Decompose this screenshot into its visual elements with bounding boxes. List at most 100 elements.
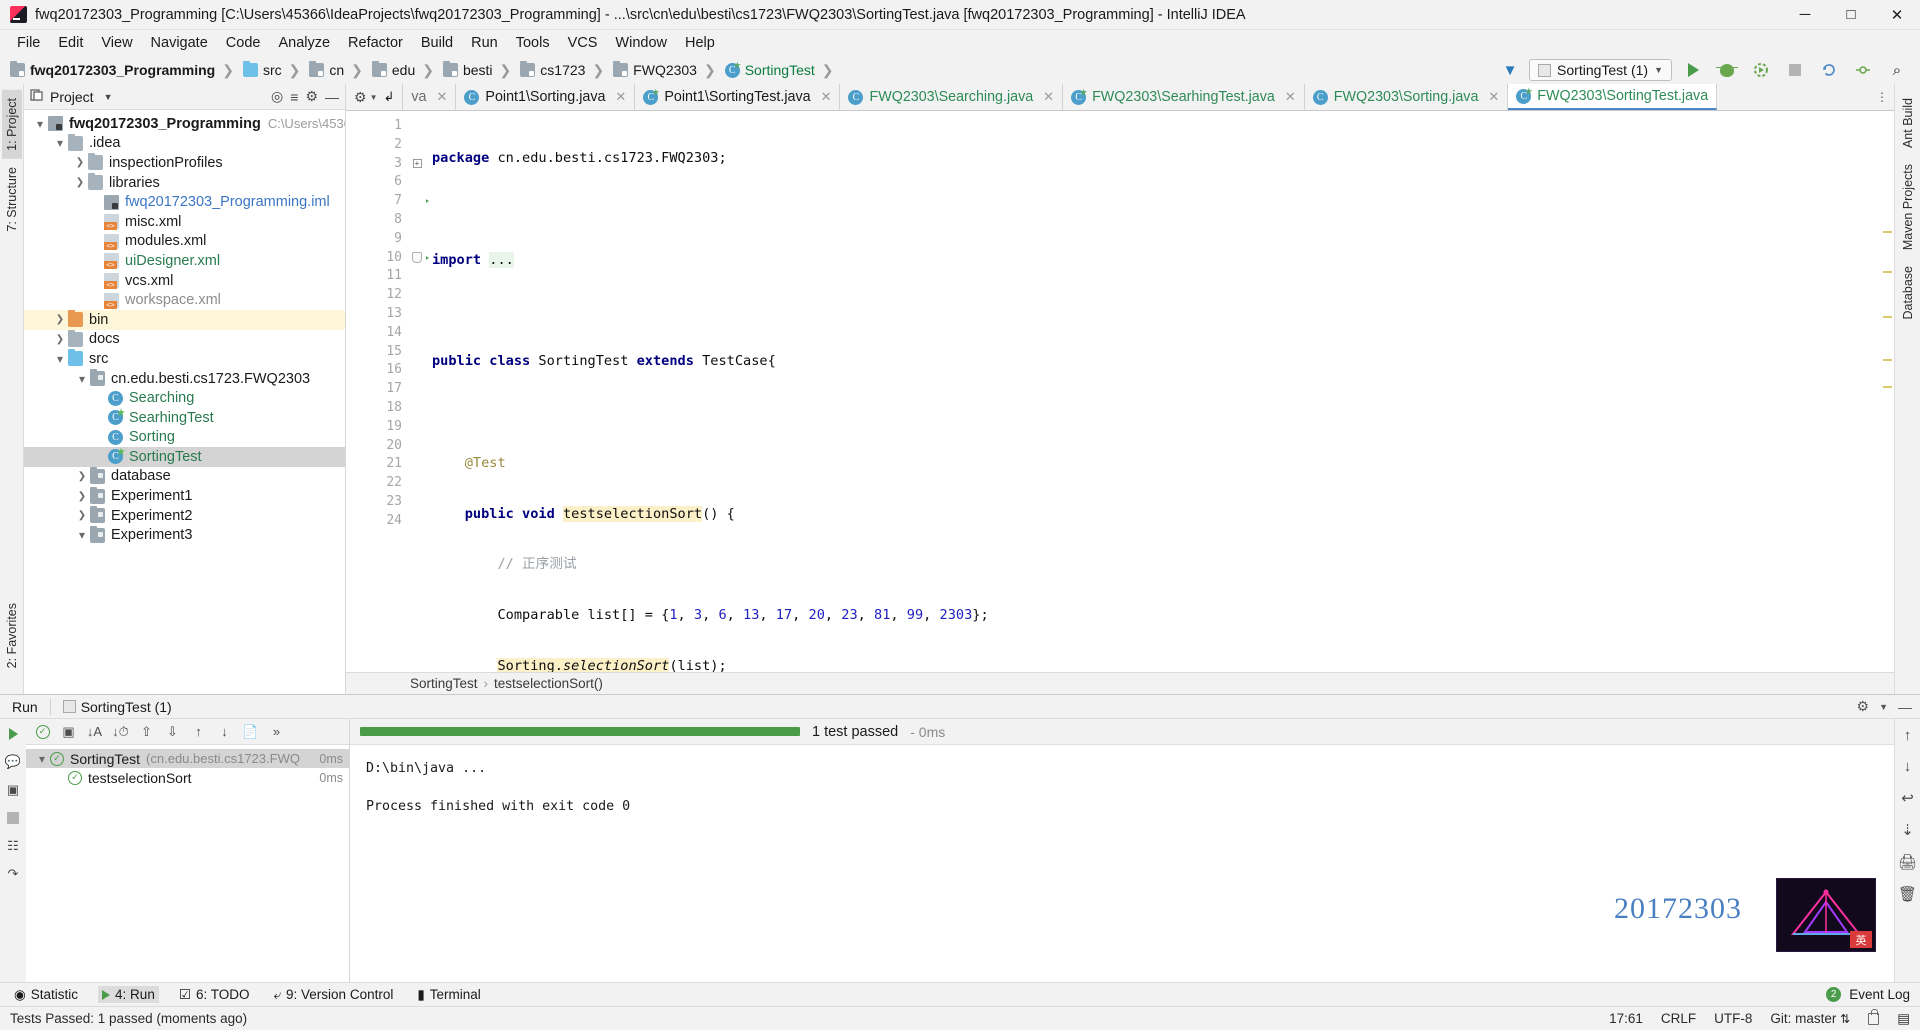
scroll-to-end-icon[interactable]: ⇣ [1901,821,1914,839]
close-button[interactable]: ✕ [1874,0,1920,30]
menu-analyze[interactable]: Analyze [269,33,339,53]
editor-tab-overflow[interactable]: ⋮ [1870,84,1894,110]
breadcrumb-cs1723[interactable]: cs1723 ❯ [518,61,611,79]
chevron-down-icon[interactable] [52,352,68,366]
prev-test-icon[interactable]: ↑ [190,723,207,740]
tree-item-sorting[interactable]: C Sorting [24,428,345,448]
editor-breadcrumb[interactable]: SortingTest › testselectionSort() [346,672,1894,694]
tree-item-bin[interactable]: bin [24,309,345,330]
chevron-right-icon[interactable] [74,510,90,521]
tree-item-experiment3[interactable]: Experiment3 [24,525,345,545]
breadcrumb-besti[interactable]: besti ❯ [441,61,518,79]
editor-tab-point1-sortingtest[interactable]: C Point1\SortingTest.java ✕ [635,84,841,110]
tree-item-inspectionprofiles[interactable]: inspectionProfiles [24,153,345,173]
chevron-down-icon[interactable] [32,117,48,131]
close-icon[interactable]: ✕ [437,89,448,105]
minimize-button[interactable]: ─ [1782,0,1828,30]
chevron-down-icon[interactable] [52,136,68,150]
run-button[interactable] [1680,58,1706,82]
export-results-icon[interactable]: 📄 [242,723,259,740]
tree-item-vcs-xml[interactable]: vcs.xml [24,271,345,291]
breadcrumb-cn[interactable]: cn ❯ [307,61,370,79]
maximize-button[interactable]: □ [1828,0,1874,30]
vcs-commit-icon[interactable] [1850,58,1876,82]
clear-all-icon[interactable]: 🗑 [1898,885,1917,903]
scroll-down-icon[interactable]: ↓ [1904,758,1912,775]
stop-button[interactable] [1782,58,1808,82]
dump-threads-icon[interactable]: ☷ [4,837,22,855]
breadcrumb-class[interactable]: SortingTest [410,676,478,691]
tree-item-workspace-xml[interactable]: workspace.xml [24,290,345,310]
sidebar-item-ant-build[interactable]: Ant Build [1898,90,1918,156]
updown-arrow-icon[interactable]: ▼ [1499,62,1521,79]
chevron-down-icon[interactable]: ⋮ [1876,90,1888,104]
test-tree-row-method[interactable]: ✓ testselectionSort 0ms [26,768,349,787]
scroll-up-icon[interactable]: ↑ [1904,727,1912,744]
hide-icon[interactable]: — [325,89,339,105]
close-icon[interactable]: ✕ [1043,89,1054,105]
sidebar-item-maven-projects[interactable]: Maven Projects [1898,156,1918,258]
chevron-right-icon[interactable] [52,314,68,325]
tool-window-version-control[interactable]: ⤶ 9: Version Control [269,986,397,1004]
next-test-icon[interactable]: ↓ [216,723,233,740]
editor-marker-strip[interactable] [1880,111,1894,672]
chevron-right-icon[interactable] [52,334,68,345]
chevron-down-icon[interactable]: ▼ [104,92,113,102]
project-tree[interactable]: fwq20172303_Programming C:\Users\45366\ … [24,110,345,694]
breadcrumb-method[interactable]: testselectionSort() [494,676,603,691]
test-tree-row-class[interactable]: ✓ SortingTest (cn.edu.besti.cs1723.FWQ 0… [26,749,349,768]
locate-icon[interactable]: ◎ [271,88,283,105]
tree-item-modules-xml[interactable]: modules.xml [24,232,345,252]
menu-window[interactable]: Window [606,33,676,53]
test-results-tree[interactable]: ✓ SortingTest (cn.edu.besti.cs1723.FWQ 0… [26,745,349,982]
menu-edit[interactable]: Edit [49,33,92,53]
close-icon[interactable]: ✕ [1488,89,1499,105]
run-configuration-selector[interactable]: SortingTest (1) ▼ [1529,59,1672,81]
menu-file[interactable]: File [8,33,49,53]
git-branch[interactable]: Git: master ⇅ [1770,1011,1850,1026]
breadcrumb-module[interactable]: fwq20172303_Programming ❯ [8,61,241,79]
sort-by-duration-icon[interactable]: ↓​⏱ [112,723,129,740]
tree-item-experiment1[interactable]: Experiment1 [24,486,345,506]
fold-collapse-icon[interactable] [412,252,422,264]
collapse-all-icon[interactable]: ⇩ [164,723,181,740]
show-passed-icon[interactable]: ▣ [60,723,77,740]
menu-vcs[interactable]: VCS [559,33,607,53]
settings-icon[interactable]: ⚙ [1857,698,1870,715]
chevron-right-icon[interactable] [74,491,90,502]
editor-viewport[interactable]: 1 2 3 6 7 8 9 10 11 12 13 14 15 16 17 18… [346,111,1894,672]
rerun-button[interactable] [4,725,22,743]
chevron-right-icon[interactable] [72,157,88,168]
event-log-group[interactable]: 2 Event Log [1826,987,1910,1002]
print-icon[interactable]: 🖨 [1898,853,1917,871]
tree-item-libraries[interactable]: libraries [24,173,345,193]
expand-all-icon[interactable]: ⇧ [138,723,155,740]
debug-button[interactable] [1714,58,1740,82]
chevron-right-icon[interactable] [72,177,88,188]
tree-item-project-root[interactable]: fwq20172303_Programming C:\Users\45366\ [24,114,345,134]
editor-tab-fwq2303-sorting[interactable]: C FWQ2303\Sorting.java ✕ [1305,84,1509,110]
tree-item-docs[interactable]: docs [24,329,345,350]
menu-view[interactable]: View [92,33,141,53]
tree-item-sortingtest[interactable]: C SortingTest [24,447,345,467]
menu-run[interactable]: Run [462,33,507,53]
hide-icon[interactable]: — [1898,699,1912,715]
line-separator[interactable]: CRLF [1661,1011,1696,1026]
sidebar-item-structure[interactable]: 7: Structure [2,159,22,240]
run-panel-config-tab[interactable]: SortingTest (1) [59,699,176,715]
tree-item-misc-xml[interactable]: misc.xml [24,212,345,232]
editor-tab-fwq2303-sortingtest[interactable]: C FWQ2303\SortingTest.java [1508,84,1718,110]
tree-item-package-fwq2303[interactable]: cn.edu.besti.cs1723.FWQ2303 [24,369,345,389]
chevron-down-icon[interactable]: ▼ [370,93,378,102]
sidebar-item-database[interactable]: Database [1898,258,1918,328]
code-text-area[interactable]: package cn.edu.besti.cs1723.FWQ2303; imp… [426,111,1894,672]
tree-item-uidesigner-xml[interactable]: uiDesigner.xml [24,251,345,271]
chevron-right-icon[interactable] [74,471,90,482]
tree-item-experiment2[interactable]: Experiment2 [24,506,345,526]
lock-icon[interactable] [1868,1008,1880,1025]
tree-item-searhingtest[interactable]: C SearhingTest [24,408,345,428]
tree-item-iml-file[interactable]: fwq20172303_Programming.iml [24,192,345,212]
sidebar-item-project[interactable]: 1: Project [1,90,22,159]
sidebar-item-favorites[interactable]: 2: Favorites [2,595,22,676]
pin-tab-icon[interactable]: ↷ [4,865,22,883]
